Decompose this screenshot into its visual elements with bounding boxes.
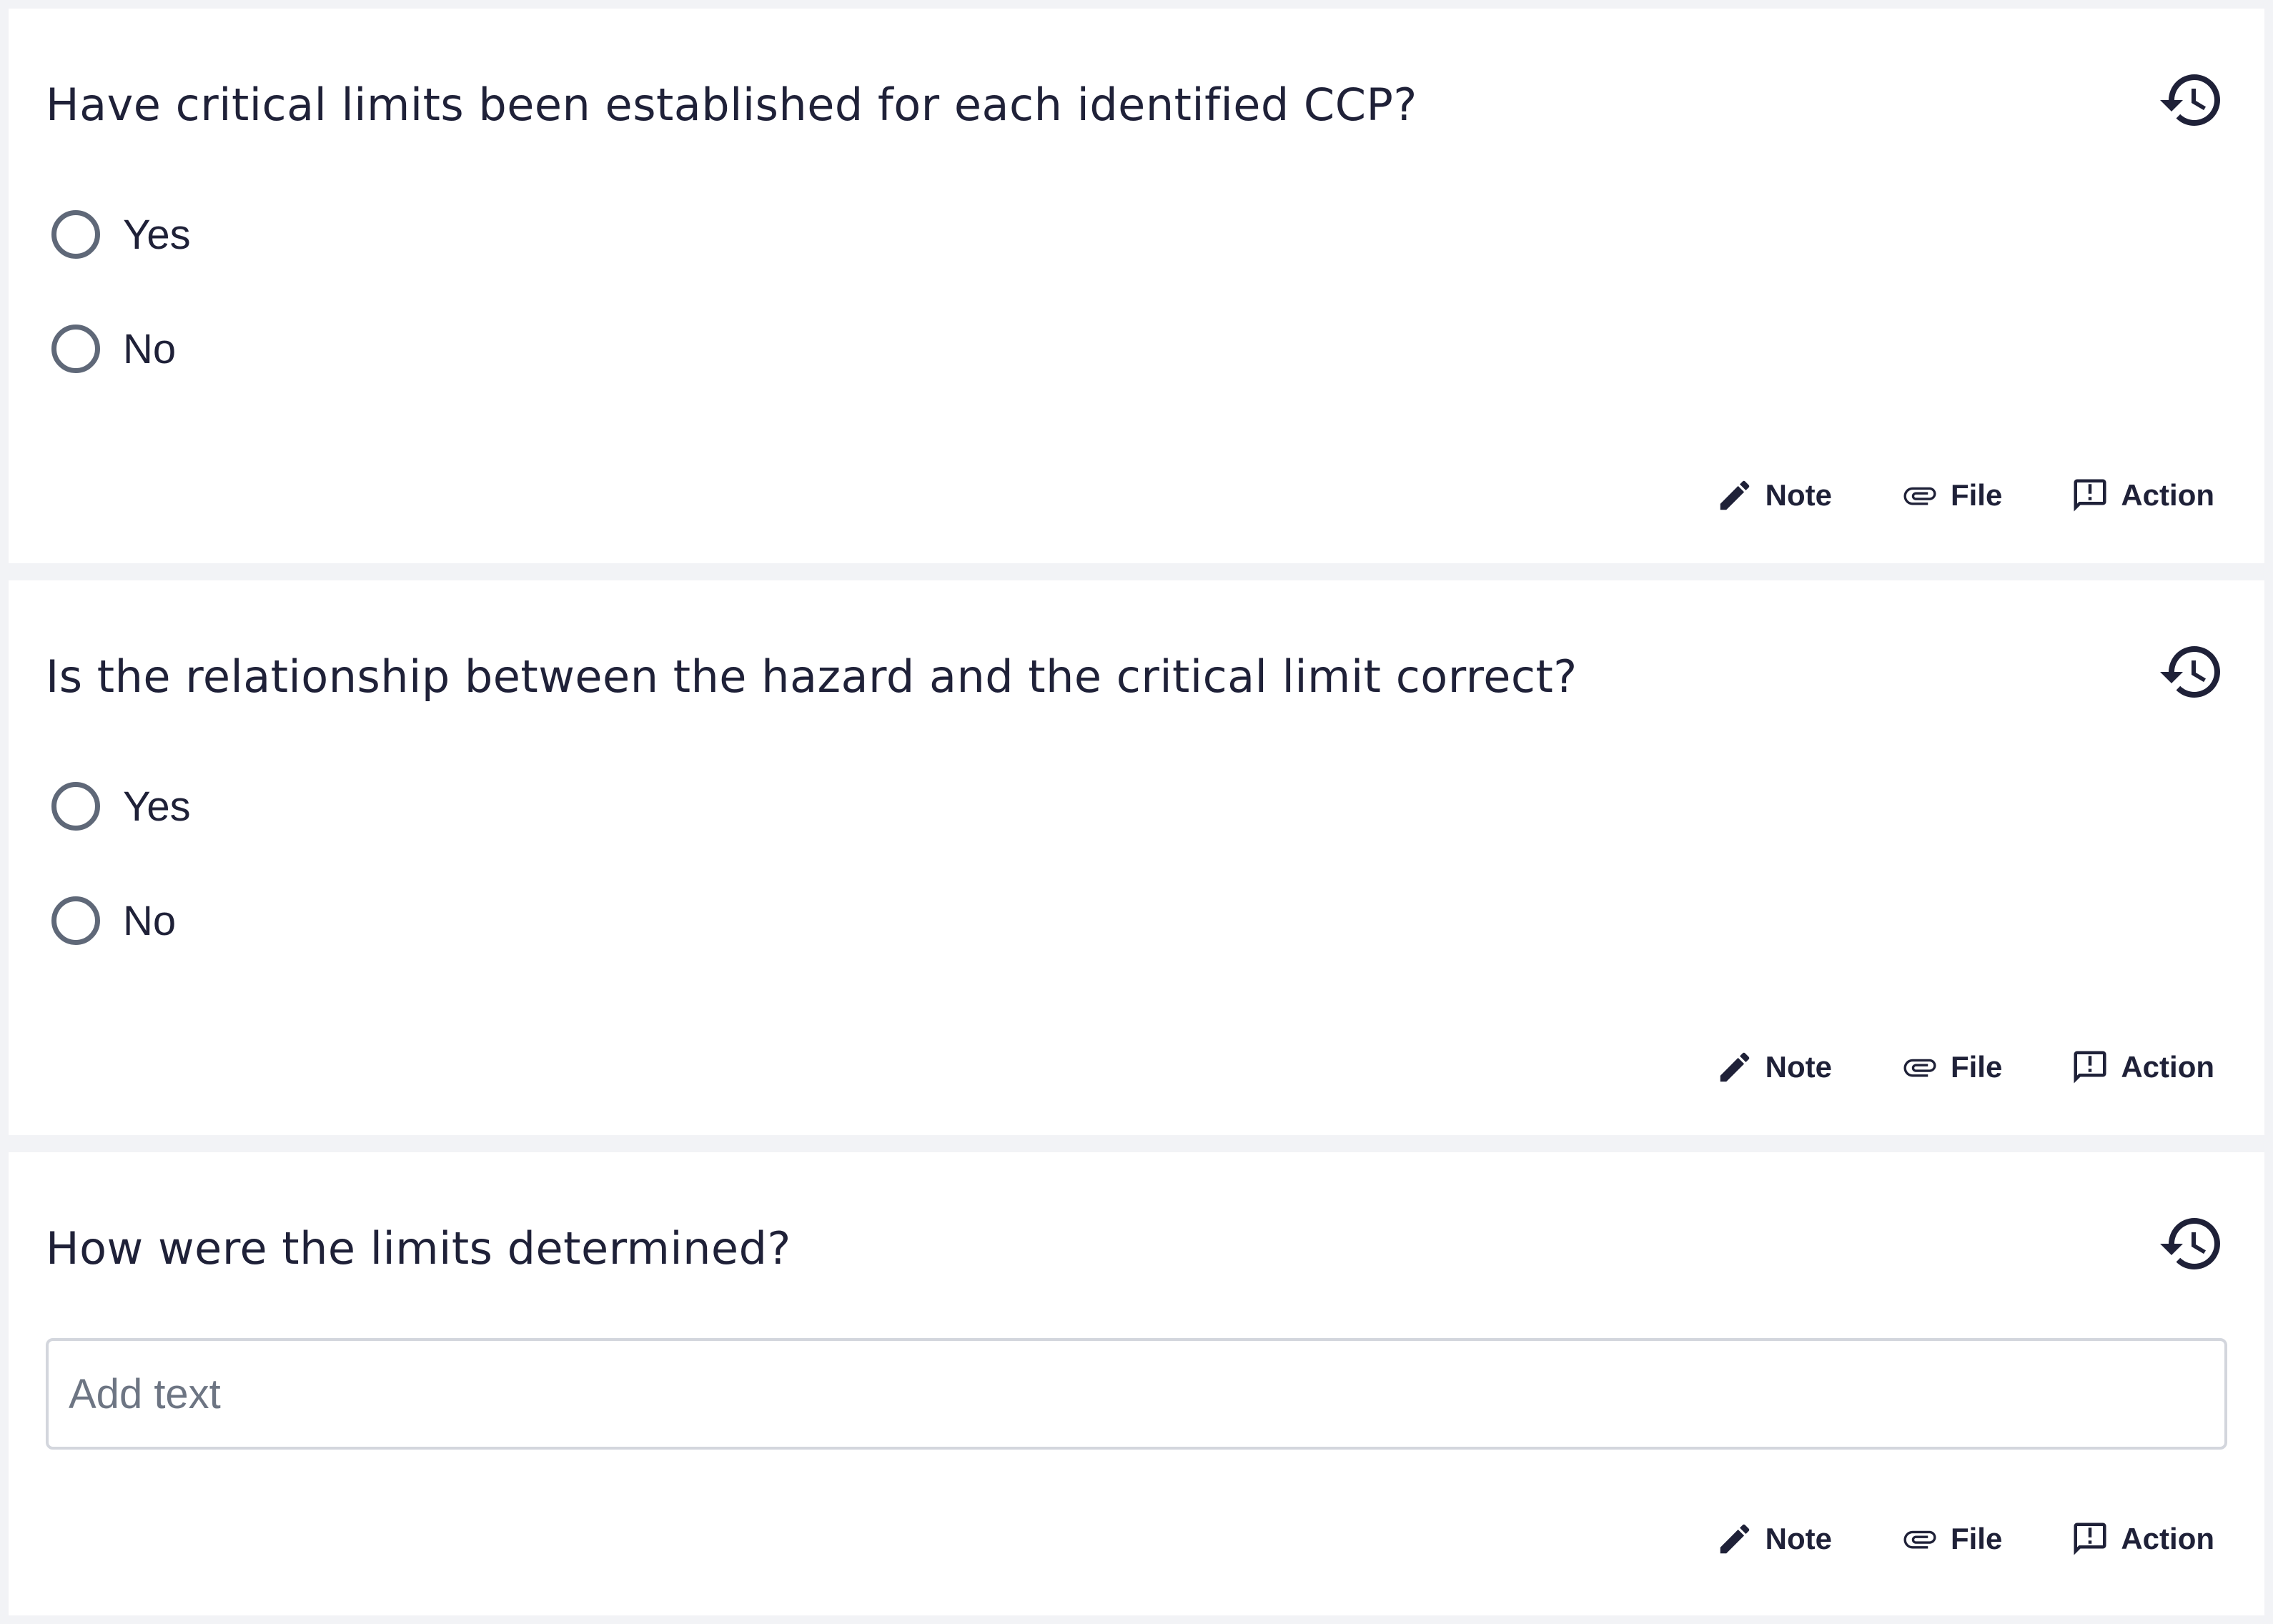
note-button[interactable]: Note: [1715, 1048, 1832, 1086]
action-button[interactable]: Action: [2071, 1048, 2214, 1086]
action-button[interactable]: Action: [2071, 1520, 2214, 1558]
pencil-icon: [1720, 1052, 1749, 1082]
radio-option-yes[interactable]: Yes: [51, 782, 191, 831]
answer-text-input[interactable]: [46, 1338, 2227, 1450]
paperclip-icon: [1903, 1530, 1936, 1549]
radio-option-label: No: [123, 897, 177, 944]
question-card-2: Is the relationship between the hazard a…: [9, 580, 2264, 1135]
file-button[interactable]: File: [1901, 1520, 2002, 1558]
action-button-label: Action: [2121, 1050, 2214, 1084]
radio-option-no[interactable]: No: [51, 325, 176, 373]
file-button[interactable]: File: [1901, 1048, 2002, 1086]
file-button[interactable]: File: [1901, 476, 2002, 515]
question-card-3: How were the limits determined? Note Fil…: [9, 1152, 2264, 1615]
action-button[interactable]: Action: [2071, 476, 2214, 515]
history-icon[interactable]: [2157, 66, 2226, 134]
report-flag-icon: [2074, 1522, 2106, 1555]
radio-option-label: Yes: [123, 211, 191, 258]
history-icon[interactable]: [2157, 1209, 2226, 1278]
radio-option-label: No: [123, 325, 177, 372]
action-button-label: Action: [2121, 478, 2214, 512]
note-button-label: Note: [1765, 1522, 1832, 1555]
report-flag-icon: [2074, 1051, 2106, 1084]
radio-button[interactable]: [51, 782, 100, 831]
question-actions: Note File Action: [1715, 1048, 2214, 1086]
radio-button[interactable]: [51, 325, 100, 373]
radio-option-no[interactable]: No: [51, 896, 176, 945]
radio-button[interactable]: [51, 896, 100, 945]
radio-option-yes[interactable]: Yes: [51, 210, 191, 259]
history-icon[interactable]: [2157, 638, 2226, 706]
pencil-icon: [1720, 1524, 1749, 1554]
audit-checklist-page: Have critical limits been established fo…: [0, 0, 2273, 1624]
note-button-label: Note: [1765, 478, 1832, 512]
note-button[interactable]: Note: [1715, 476, 1832, 515]
report-flag-icon: [2074, 479, 2106, 512]
question-card-1: Have critical limits been established fo…: [9, 9, 2264, 563]
action-button-label: Action: [2121, 1522, 2214, 1555]
question-title: Is the relationship between the hazard a…: [46, 650, 1578, 703]
question-title: How were the limits determined?: [46, 1222, 791, 1274]
file-button-label: File: [1950, 1050, 2003, 1084]
question-actions: Note File Action: [1715, 476, 2214, 515]
file-button-label: File: [1950, 1522, 2003, 1555]
question-actions: Note File Action: [1715, 1520, 2214, 1558]
pencil-icon: [1720, 480, 1749, 510]
question-title: Have critical limits been established fo…: [46, 79, 1417, 131]
paperclip-icon: [1903, 487, 1936, 505]
radio-option-label: Yes: [123, 783, 191, 830]
note-button[interactable]: Note: [1715, 1520, 1832, 1558]
file-button-label: File: [1950, 478, 2003, 512]
paperclip-icon: [1903, 1059, 1936, 1077]
note-button-label: Note: [1765, 1050, 1832, 1084]
radio-button[interactable]: [51, 210, 100, 259]
